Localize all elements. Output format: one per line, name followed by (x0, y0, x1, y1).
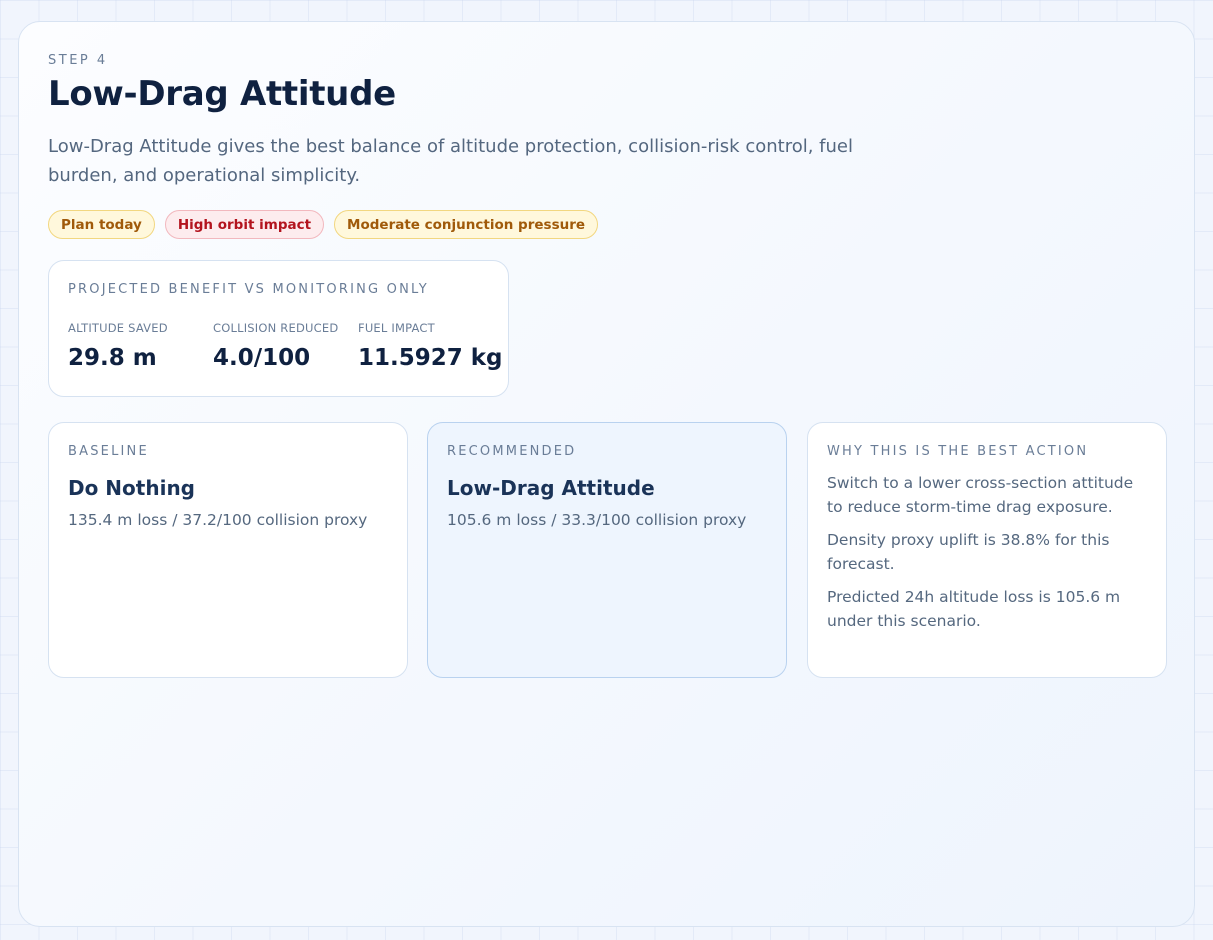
metric-label: COLLISION REDUCED (213, 321, 339, 335)
metric-value: 29.8 m (68, 345, 157, 371)
metric-value: 4.0/100 (213, 345, 311, 371)
step-label: STEP 4 (48, 53, 108, 68)
why-eyebrow: WHY THIS IS THE BEST ACTION (827, 444, 1089, 459)
recommendation-description: Low-Drag Attitude gives the best balance… (48, 136, 853, 186)
why-point: Predicted 24h altitude loss is 105.6 m u… (827, 588, 1121, 630)
recommended-title: Low-Drag Attitude (447, 476, 655, 500)
badge-orbit-impact: High orbit impact (164, 210, 325, 239)
baseline-title: Do Nothing (68, 476, 195, 500)
why-point: Switch to a lower cross-section attitude… (827, 474, 1134, 516)
metric-label: ALTITUDE SAVED (68, 321, 168, 335)
metric-fuel-impact: FUEL IMPACT 11.5927 kg (358, 321, 503, 371)
baseline-eyebrow: BASELINE (68, 444, 149, 459)
metric-altitude-saved: ALTITUDE SAVED 29.8 m (68, 321, 168, 371)
why-point: Density proxy uplift is 38.8% for this f… (827, 531, 1110, 573)
action-panel: STEP 4 Low-Drag Attitude Low-Drag Attitu… (18, 21, 1195, 927)
why-card: WHY THIS IS THE BEST ACTION Switch to a … (807, 422, 1167, 678)
baseline-card: BASELINE Do Nothing 135.4 m loss / 37.2/… (48, 422, 408, 678)
baseline-summary: 135.4 m loss / 37.2/100 collision proxy (68, 511, 368, 529)
benefit-title: PROJECTED BENEFIT VS MONITORING ONLY (68, 282, 429, 297)
why-list: Switch to a lower cross-section attitude… (827, 471, 1152, 642)
metric-label: FUEL IMPACT (358, 321, 435, 335)
status-badges: Plan today High orbit impact Moderate co… (48, 210, 599, 239)
badge-conjunction-pressure: Moderate conjunction pressure (334, 210, 599, 239)
metric-collision-reduced: COLLISION REDUCED 4.0/100 (213, 321, 338, 371)
metric-value: 11.5927 kg (358, 345, 503, 371)
page-title: Low-Drag Attitude (48, 74, 396, 114)
badge-plan-today: Plan today (48, 210, 155, 239)
recommended-summary: 105.6 m loss / 33.3/100 collision proxy (447, 511, 747, 529)
recommended-card: RECOMMENDED Low-Drag Attitude 105.6 m lo… (427, 422, 787, 678)
projected-benefit-card: PROJECTED BENEFIT VS MONITORING ONLY ALT… (48, 260, 509, 397)
recommended-eyebrow: RECOMMENDED (447, 444, 577, 459)
